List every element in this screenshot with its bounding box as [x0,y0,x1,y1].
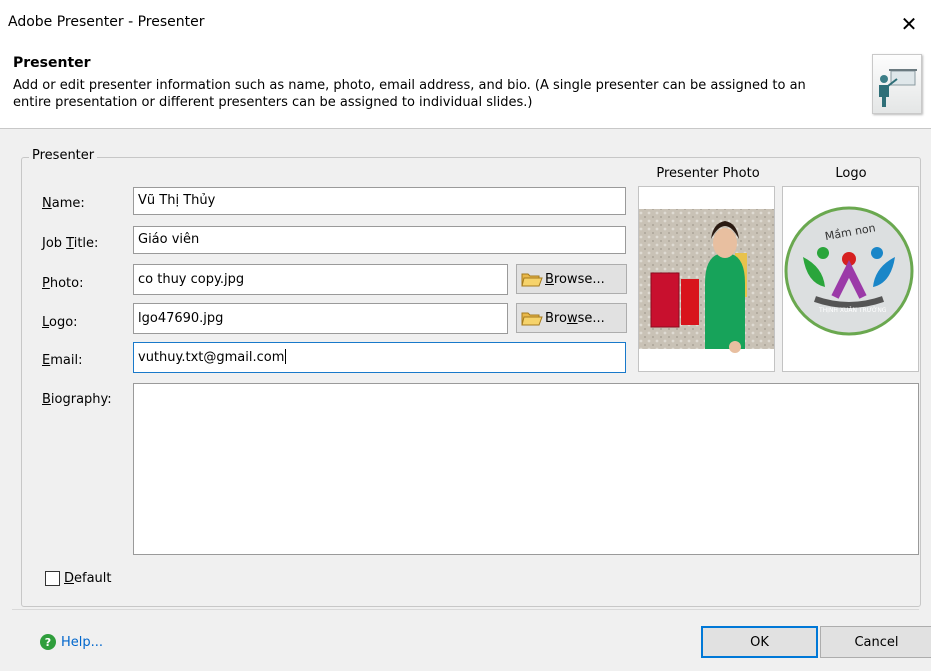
ok-button[interactable]: OK [701,626,818,658]
logo-input[interactable]: lgo47690.jpg [133,303,508,334]
logo-preview-frame: Mầm non THỊNH XUÂN TRƯỜNG [782,186,919,372]
job-title-input[interactable]: Giáo viên [133,226,626,254]
open-folder-icon [521,312,543,326]
presenter-photo-image [639,209,774,353]
biography-textarea[interactable] [133,383,919,555]
job-title-label: Job Title: [42,236,99,251]
photo-input[interactable]: co thuy copy.jpg [133,264,508,295]
cancel-button[interactable]: Cancel [820,626,931,658]
email-input[interactable]: vuthuy.txt@gmail.com [133,342,626,373]
biography-label: Biography: [42,392,112,407]
name-input[interactable]: Vũ Thị Thủy [133,187,626,215]
email-label: Email: [42,353,83,368]
help-icon: ? [40,634,56,650]
photo-label: Photo: [42,276,84,291]
close-icon: ✕ [900,12,918,36]
default-checkbox[interactable]: Default [45,571,112,586]
dialog-header: Presenter Add or edit presenter informat… [0,48,931,129]
footer-separator [12,609,919,610]
checkbox-box[interactable] [45,571,60,586]
header-title: Presenter [13,55,91,71]
logo-preview-label: Logo [835,166,867,181]
help-link[interactable]: ? Help... [40,634,103,650]
browse-photo-button[interactable]: Browse... [516,264,627,294]
close-button[interactable]: ✕ [887,0,931,48]
title-bar: Adobe Presenter - Presenter ✕ [0,0,931,48]
logo-preview-image: Mầm non THỊNH XUÂN TRƯỜNG [784,206,914,336]
presenter-photo-frame [638,186,775,372]
default-label: Default [64,571,112,586]
logo-label: Logo: [42,315,78,330]
text-caret [285,349,287,364]
open-folder-icon [521,273,543,287]
name-label: Name: [42,196,85,211]
browse-logo-button[interactable]: Bro w se... [516,303,627,333]
presenter-board-icon [872,54,922,114]
header-description: Add or edit presenter information such a… [13,78,806,110]
window-title: Adobe Presenter - Presenter [8,14,205,30]
svg-text:THỊNH XUÂN TRƯỜNG: THỊNH XUÂN TRƯỜNG [818,307,887,314]
presenter-photo-label: Presenter Photo [656,166,760,181]
presenter-group-label: Presenter [29,148,98,163]
